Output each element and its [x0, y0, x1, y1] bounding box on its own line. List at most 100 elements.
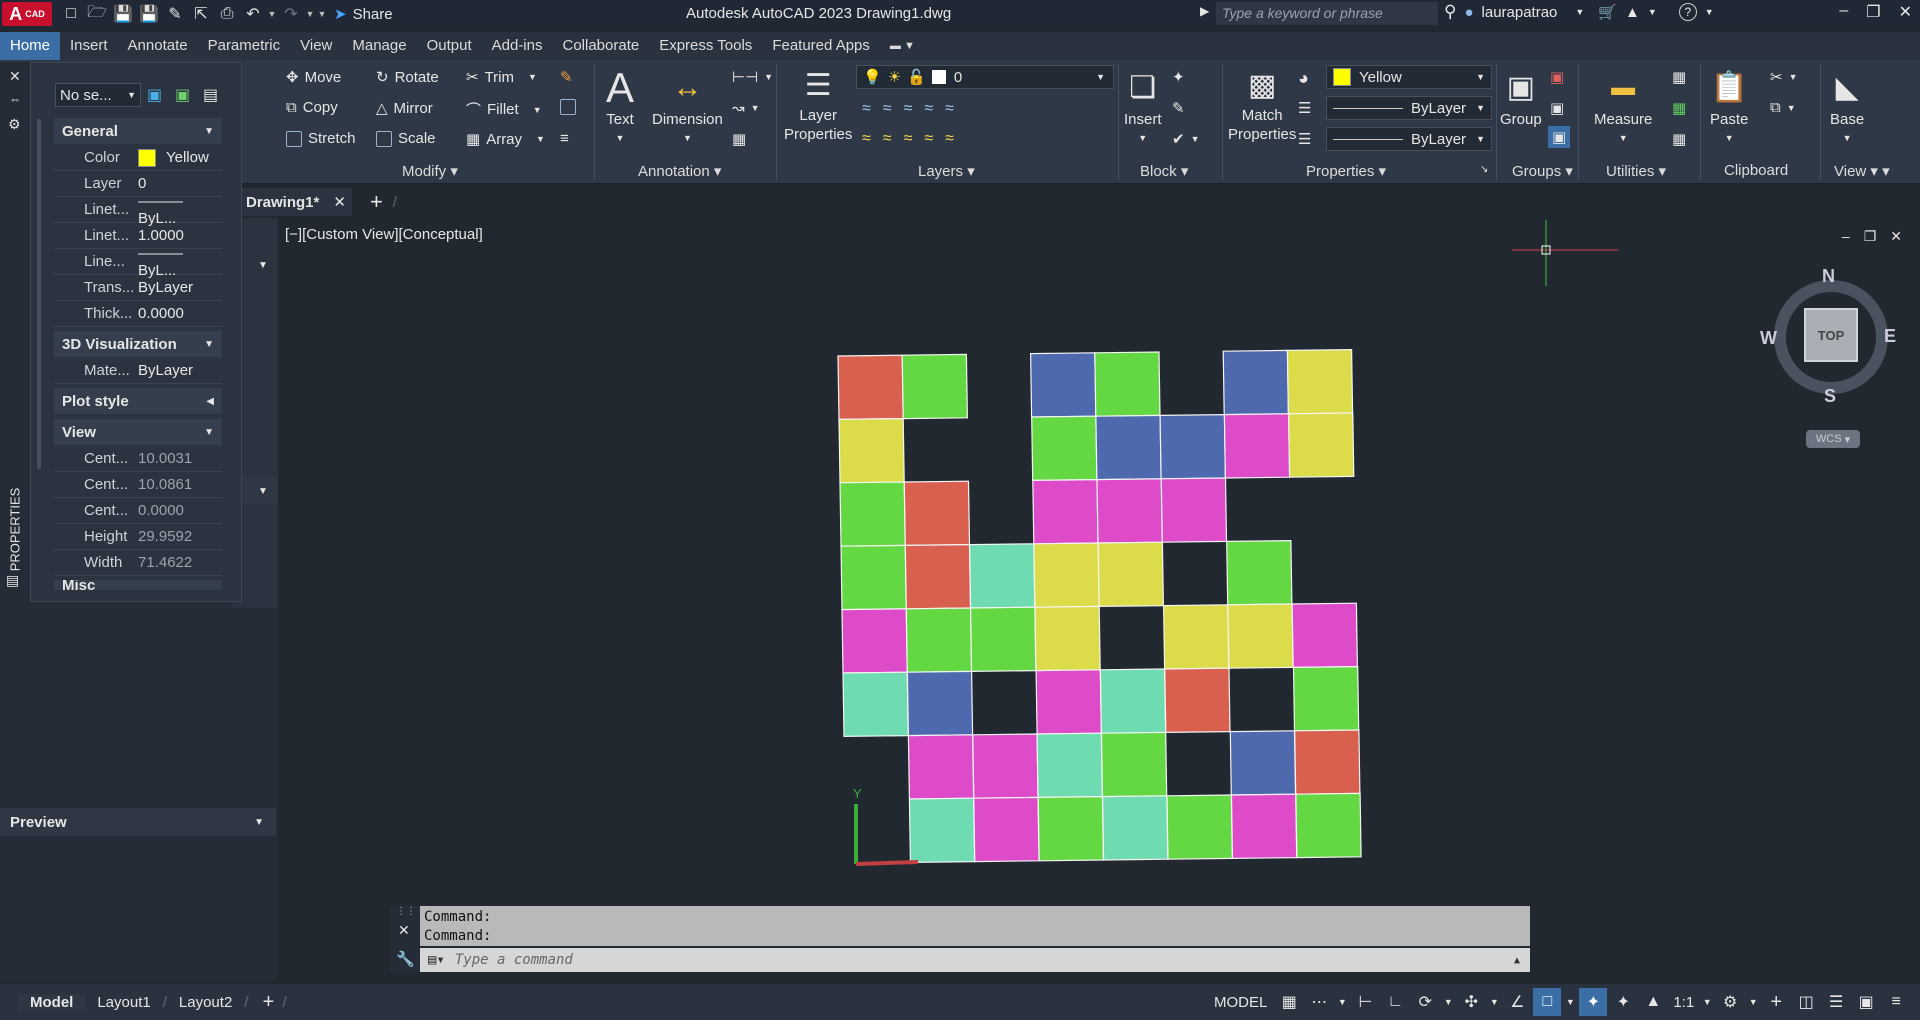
clipboard-panel-title[interactable]: Clipboard — [1724, 162, 1788, 179]
property-value[interactable]: ByLayer — [138, 362, 193, 379]
edit-block-icon[interactable]: ✎ — [1172, 99, 1185, 117]
palette-close-icon[interactable]: ✕ — [9, 68, 21, 85]
palette-scrollbar[interactable] — [37, 119, 41, 469]
restore-icon[interactable]: ❐ — [1866, 2, 1880, 22]
connect-dropdown-icon[interactable]: ▼ — [1648, 7, 1657, 17]
section-3d-visualization[interactable]: 3D Visualization ▼ — [54, 331, 222, 357]
tile-blue[interactable] — [1095, 414, 1162, 481]
property-value[interactable]: ByLayer — [138, 279, 193, 296]
tile-yellow[interactable] — [1227, 603, 1294, 669]
property-row[interactable]: Height 29.9592 — [54, 524, 222, 550]
plot-icon[interactable]: ⎙ — [214, 3, 240, 25]
viewport-minimize-icon[interactable]: – — [1842, 228, 1850, 245]
user-dropdown-icon[interactable]: ▼ — [1575, 7, 1584, 17]
tab-layout2[interactable]: Layout2 — [167, 994, 244, 1011]
tile-magenta[interactable] — [972, 733, 1039, 799]
preview-header[interactable]: Preview ▼ — [0, 808, 276, 836]
trim-dropdown-icon[interactable]: ▼ — [528, 72, 537, 82]
tile-yellow[interactable] — [1287, 412, 1355, 478]
minimize-icon[interactable]: – — [1839, 2, 1848, 22]
linetype-combo[interactable]: ByLayer ▼ — [1326, 96, 1492, 120]
command-input[interactable]: ▤▾ Type a command ▲ — [420, 948, 1530, 972]
tile-yellow[interactable] — [1286, 348, 1354, 415]
section-general[interactable]: General ▼ — [54, 118, 222, 144]
viewport-restore-icon[interactable]: ❐ — [1864, 228, 1877, 245]
calculator-icon[interactable]: ▦ — [1672, 130, 1686, 148]
property-row[interactable]: Mate... ByLayer — [54, 358, 222, 384]
copy-clip-icon[interactable]: ⧉ ▼ — [1770, 99, 1796, 116]
selection-dropdown[interactable]: No se... ▼ — [55, 83, 141, 107]
group-selection-icon[interactable]: ▣ — [1548, 126, 1571, 148]
compass-east[interactable]: E — [1884, 326, 1896, 347]
property-value[interactable]: 1.0000 — [138, 227, 184, 244]
tile-magenta[interactable] — [1230, 793, 1298, 860]
ungroup-icon[interactable]: ▣ — [1550, 68, 1564, 86]
base-view-button[interactable]: ◣ Base ▼ — [1830, 66, 1864, 148]
command-close-icon[interactable]: ✕ — [398, 922, 410, 939]
tile-teal[interactable] — [968, 543, 1036, 609]
tile-green[interactable] — [839, 481, 906, 547]
layer-thaw-all-icon[interactable]: ≈ — [924, 130, 933, 148]
tab-output[interactable]: Output — [417, 32, 482, 60]
tab-model[interactable]: Model — [18, 993, 86, 1011]
isolate-objects-icon[interactable]: ◫ — [1792, 988, 1820, 1016]
user-name[interactable]: laurapatrao — [1482, 4, 1558, 21]
share-button[interactable]: ➤ Share — [334, 5, 393, 24]
toggle-pickadd-icon[interactable]: ▣ — [147, 85, 162, 105]
undo-icon[interactable]: ↶ — [240, 3, 266, 25]
tab-collaborate[interactable]: Collaborate — [552, 32, 649, 60]
object-snap-tracking-icon[interactable]: ∠ — [1503, 988, 1531, 1016]
tile-teal[interactable] — [1099, 668, 1167, 734]
layer-isolate-icon[interactable]: ≈ — [904, 100, 913, 118]
viewport-close-icon[interactable]: ✕ — [1890, 228, 1902, 245]
section-toggle-icon[interactable]: ▼ — [204, 126, 214, 137]
tab-parametric[interactable]: Parametric — [198, 32, 291, 60]
tile-yellow[interactable] — [838, 417, 905, 484]
property-row[interactable]: Cent... 10.0031 — [54, 446, 222, 472]
property-row[interactable]: Width 71.4622 — [54, 550, 222, 576]
help-icon[interactable]: ? — [1678, 3, 1697, 21]
property-row[interactable]: Trans... ByLayer — [54, 275, 222, 301]
doc-tab-drawing1[interactable]: Drawing1* ✕ — [230, 188, 352, 216]
property-value[interactable]: 0 — [138, 175, 146, 192]
compass-west[interactable]: W — [1760, 328, 1777, 349]
properties-launcher-icon[interactable]: ↘ — [1480, 164, 1488, 175]
wcs-menu[interactable]: WCS ▾ — [1806, 430, 1860, 448]
viewcube[interactable]: TOP N S E W — [1760, 266, 1898, 407]
tile-yellow[interactable] — [1097, 541, 1165, 608]
trim-button[interactable]: ✂ Trim ▼ — [466, 68, 537, 87]
snap-icon[interactable]: ⋯ — [1305, 988, 1333, 1016]
property-row[interactable]: Color Yellow — [54, 145, 222, 171]
cart-icon[interactable]: 🛒 — [1598, 3, 1617, 21]
linetype-icon[interactable]: ☰ — [1298, 99, 1311, 117]
rotate-button[interactable]: ↻ Rotate — [376, 68, 439, 87]
properties-panel-title[interactable]: Properties ▾ — [1306, 162, 1386, 180]
lineweight-combo[interactable]: ByLayer ▼ — [1326, 127, 1492, 151]
redo-icon[interactable]: ↷ — [278, 3, 304, 25]
expand-search-icon[interactable]: ▶ — [1200, 4, 1209, 18]
viewcube-top-face[interactable]: TOP — [1804, 308, 1858, 362]
array-button[interactable]: ▦ Array ▼ — [466, 130, 545, 149]
create-block-icon[interactable]: ✦ — [1172, 68, 1185, 86]
polar-dropdown-icon[interactable]: ▼ — [1441, 988, 1455, 1016]
annotation-panel-title[interactable]: Annotation ▾ — [638, 162, 721, 180]
compass-south[interactable]: S — [1824, 386, 1836, 407]
tile-teal[interactable] — [1036, 732, 1103, 799]
new-tab-icon[interactable]: + — [370, 189, 383, 215]
tab-express-tools[interactable]: Express Tools — [649, 32, 762, 60]
tab-insert[interactable]: Insert — [60, 32, 118, 60]
group-button[interactable]: ▣ Group — [1500, 66, 1542, 129]
move-button[interactable]: ✥ Move — [286, 68, 341, 87]
tile-red[interactable] — [1294, 729, 1361, 795]
panel-collapse-icon-2[interactable]: ▼ — [258, 486, 268, 497]
property-row[interactable]: Linet... ——— ByL... — [54, 193, 222, 227]
tile-blue[interactable] — [1229, 730, 1297, 796]
dimension-button[interactable]: ↔ Dimension ▼ — [652, 66, 723, 148]
tile-green[interactable] — [840, 544, 907, 611]
tab-manage[interactable]: Manage — [342, 32, 416, 60]
annotation-scale-value[interactable]: 1:1 — [1669, 994, 1698, 1011]
close-tab-icon[interactable]: ✕ — [333, 193, 346, 211]
grid-icon[interactable]: ▦ — [1275, 988, 1303, 1016]
redo-dropdown-icon[interactable]: ▼ — [304, 9, 316, 19]
object-snap-icon[interactable]: □ — [1533, 988, 1562, 1016]
